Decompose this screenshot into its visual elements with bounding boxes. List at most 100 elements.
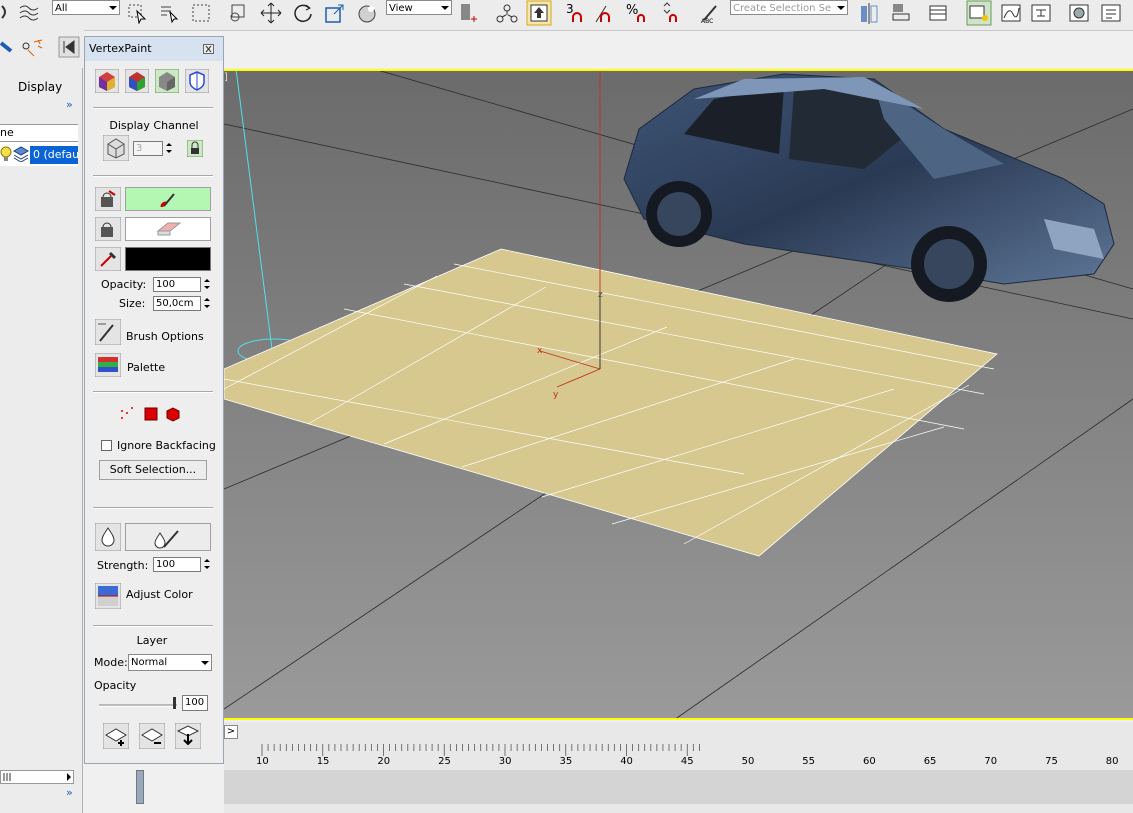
layer-column-header[interactable]: ne <box>0 124 78 142</box>
layer-opacity-slider[interactable] <box>99 704 177 707</box>
select-manipulate-icon[interactable] <box>356 2 378 24</box>
adjust-color-icon[interactable] <box>95 583 121 609</box>
tab-display[interactable]: Display <box>18 80 62 94</box>
strength-field[interactable]: 100 <box>153 557 201 572</box>
select-object-icon[interactable] <box>126 2 148 24</box>
select-by-name-icon[interactable] <box>158 2 180 24</box>
render-setup-icon[interactable] <box>1100 2 1122 24</box>
ignore-backfacing-checkbox[interactable] <box>101 440 112 451</box>
size-spinner[interactable] <box>203 296 211 311</box>
soft-selection-button[interactable]: Soft Selection... <box>99 460 207 480</box>
window-crossing-icon[interactable] <box>226 2 248 24</box>
close-icon[interactable] <box>203 44 214 54</box>
channel-cube-icon[interactable] <box>103 135 129 161</box>
ignore-backfacing-label[interactable]: Ignore Backfacing <box>117 439 216 452</box>
panel-expand-bottom[interactable]: » <box>66 786 73 799</box>
vertex-color-display-shaded-icon[interactable] <box>95 69 119 93</box>
layer-list: 0 (defaul <box>0 142 78 166</box>
snaps-toggle-icon[interactable]: 3 <box>566 2 588 24</box>
layer-title: Layer <box>136 634 168 647</box>
angle-snap-icon[interactable] <box>594 2 616 24</box>
command-panel-scrollbar[interactable] <box>0 770 74 784</box>
svg-text:ABC: ABC <box>701 18 713 24</box>
display-channel-label: Display Channel <box>109 119 199 132</box>
blend-mode-dropdown[interactable]: Normal <box>128 654 212 671</box>
erase-button[interactable] <box>125 217 211 241</box>
opacity-field[interactable]: 100 <box>153 277 201 292</box>
pipe-icon[interactable] <box>0 40 14 54</box>
schematic-view-icon[interactable] <box>1030 2 1052 24</box>
percent-snap-icon[interactable]: % <box>626 2 648 24</box>
layer-opacity-field[interactable]: 100 <box>182 695 208 711</box>
channel-spinner-arrows[interactable] <box>165 141 173 156</box>
mirror-icon[interactable] <box>858 2 880 24</box>
adjust-color-label[interactable]: Adjust Color <box>126 588 193 601</box>
opacity-spinner[interactable] <box>203 277 211 292</box>
viewport-label-bracket[interactable]: ] <box>224 72 234 86</box>
scroll-right-icon[interactable] <box>65 773 73 781</box>
size-field[interactable]: 50,0cm <box>153 296 201 311</box>
spinner-snap-icon[interactable] <box>660 2 682 24</box>
link-icon[interactable] <box>0 2 14 24</box>
active-viewport-border-top <box>224 69 1133 71</box>
chevron-down-icon <box>441 6 449 10</box>
channel-spinner-field[interactable]: 3 <box>133 141 163 156</box>
vertex-subobject-icon[interactable] <box>119 406 135 422</box>
perspective-viewport[interactable]: z x y <box>224 69 1133 720</box>
lightbulb-icon[interactable] <box>0 146 12 162</box>
erase-bucket-icon[interactable] <box>95 217 121 241</box>
svg-text:%: % <box>626 3 638 18</box>
selection-filter-dropdown[interactable]: All <box>52 0 120 15</box>
main-toolbar: All View 3 % ABC Create Selection Se <box>0 0 1133 31</box>
lock-icon[interactable] <box>187 140 203 157</box>
palette-icon[interactable] <box>95 353 121 377</box>
delete-layer-icon[interactable] <box>139 723 165 749</box>
edit-named-selection-icon[interactable]: ABC <box>700 2 722 24</box>
shield-icon[interactable] <box>185 69 209 93</box>
vertex-color-display-unshaded-icon[interactable] <box>125 69 149 93</box>
expand-panel-button[interactable]: » <box>66 98 73 111</box>
rect-region-icon[interactable] <box>190 2 212 24</box>
layer-opacity-slider-thumb[interactable] <box>173 697 176 709</box>
brush-options-icon[interactable] <box>95 319 121 345</box>
toggle-ribbon-icon[interactable] <box>966 0 992 26</box>
blur-brush-button[interactable] <box>125 523 211 551</box>
spacewarp-icon[interactable] <box>18 2 40 24</box>
brush-options-label[interactable]: Brush Options <box>126 330 204 343</box>
strength-spinner[interactable] <box>203 557 211 572</box>
reference-coord-dropdown[interactable]: View <box>386 0 452 15</box>
track-bar[interactable] <box>224 770 1133 804</box>
element-subobject-icon[interactable] <box>165 406 181 422</box>
layer-stack-icon[interactable] <box>13 146 29 162</box>
create-selection-set-input[interactable]: Create Selection Se <box>730 0 848 15</box>
eyedropper-icon[interactable] <box>95 247 121 271</box>
pivot-center-icon[interactable] <box>458 2 480 24</box>
move-icon[interactable] <box>260 2 282 24</box>
paint-bucket-icon[interactable] <box>95 187 121 211</box>
face-subobject-icon[interactable] <box>143 406 159 422</box>
pick-color-swatch[interactable] <box>125 247 211 271</box>
time-slider-handle[interactable] <box>136 770 144 804</box>
layer-item-default[interactable]: 0 (defaul <box>30 146 78 164</box>
particle-effect-icon[interactable] <box>20 36 46 58</box>
keyboard-shortcut-override-icon[interactable] <box>526 0 552 26</box>
align-icon[interactable] <box>890 2 912 24</box>
separator <box>93 107 213 109</box>
time-slider-next[interactable]: > <box>224 725 238 739</box>
vertex-color-display-disable-icon[interactable] <box>155 69 179 93</box>
new-layer-icon[interactable] <box>103 723 129 749</box>
condense-layers-icon[interactable] <box>175 723 201 749</box>
go-to-start-icon[interactable] <box>58 36 80 58</box>
curve-editor-icon[interactable] <box>1000 2 1022 24</box>
scale-icon[interactable] <box>324 2 346 24</box>
eraser-icon <box>156 222 182 236</box>
blur-drop-icon[interactable] <box>95 523 121 551</box>
layer-manager-icon[interactable] <box>928 2 950 24</box>
select-and-link-icon[interactable] <box>496 2 518 24</box>
paint-button[interactable] <box>125 187 211 211</box>
rotate-icon[interactable] <box>292 2 314 24</box>
palette-label[interactable]: Palette <box>127 361 165 374</box>
floater-title-bar[interactable]: VertexPaint <box>85 37 223 61</box>
reference-coord-value: View <box>389 3 413 14</box>
material-editor-icon[interactable] <box>1068 2 1090 24</box>
